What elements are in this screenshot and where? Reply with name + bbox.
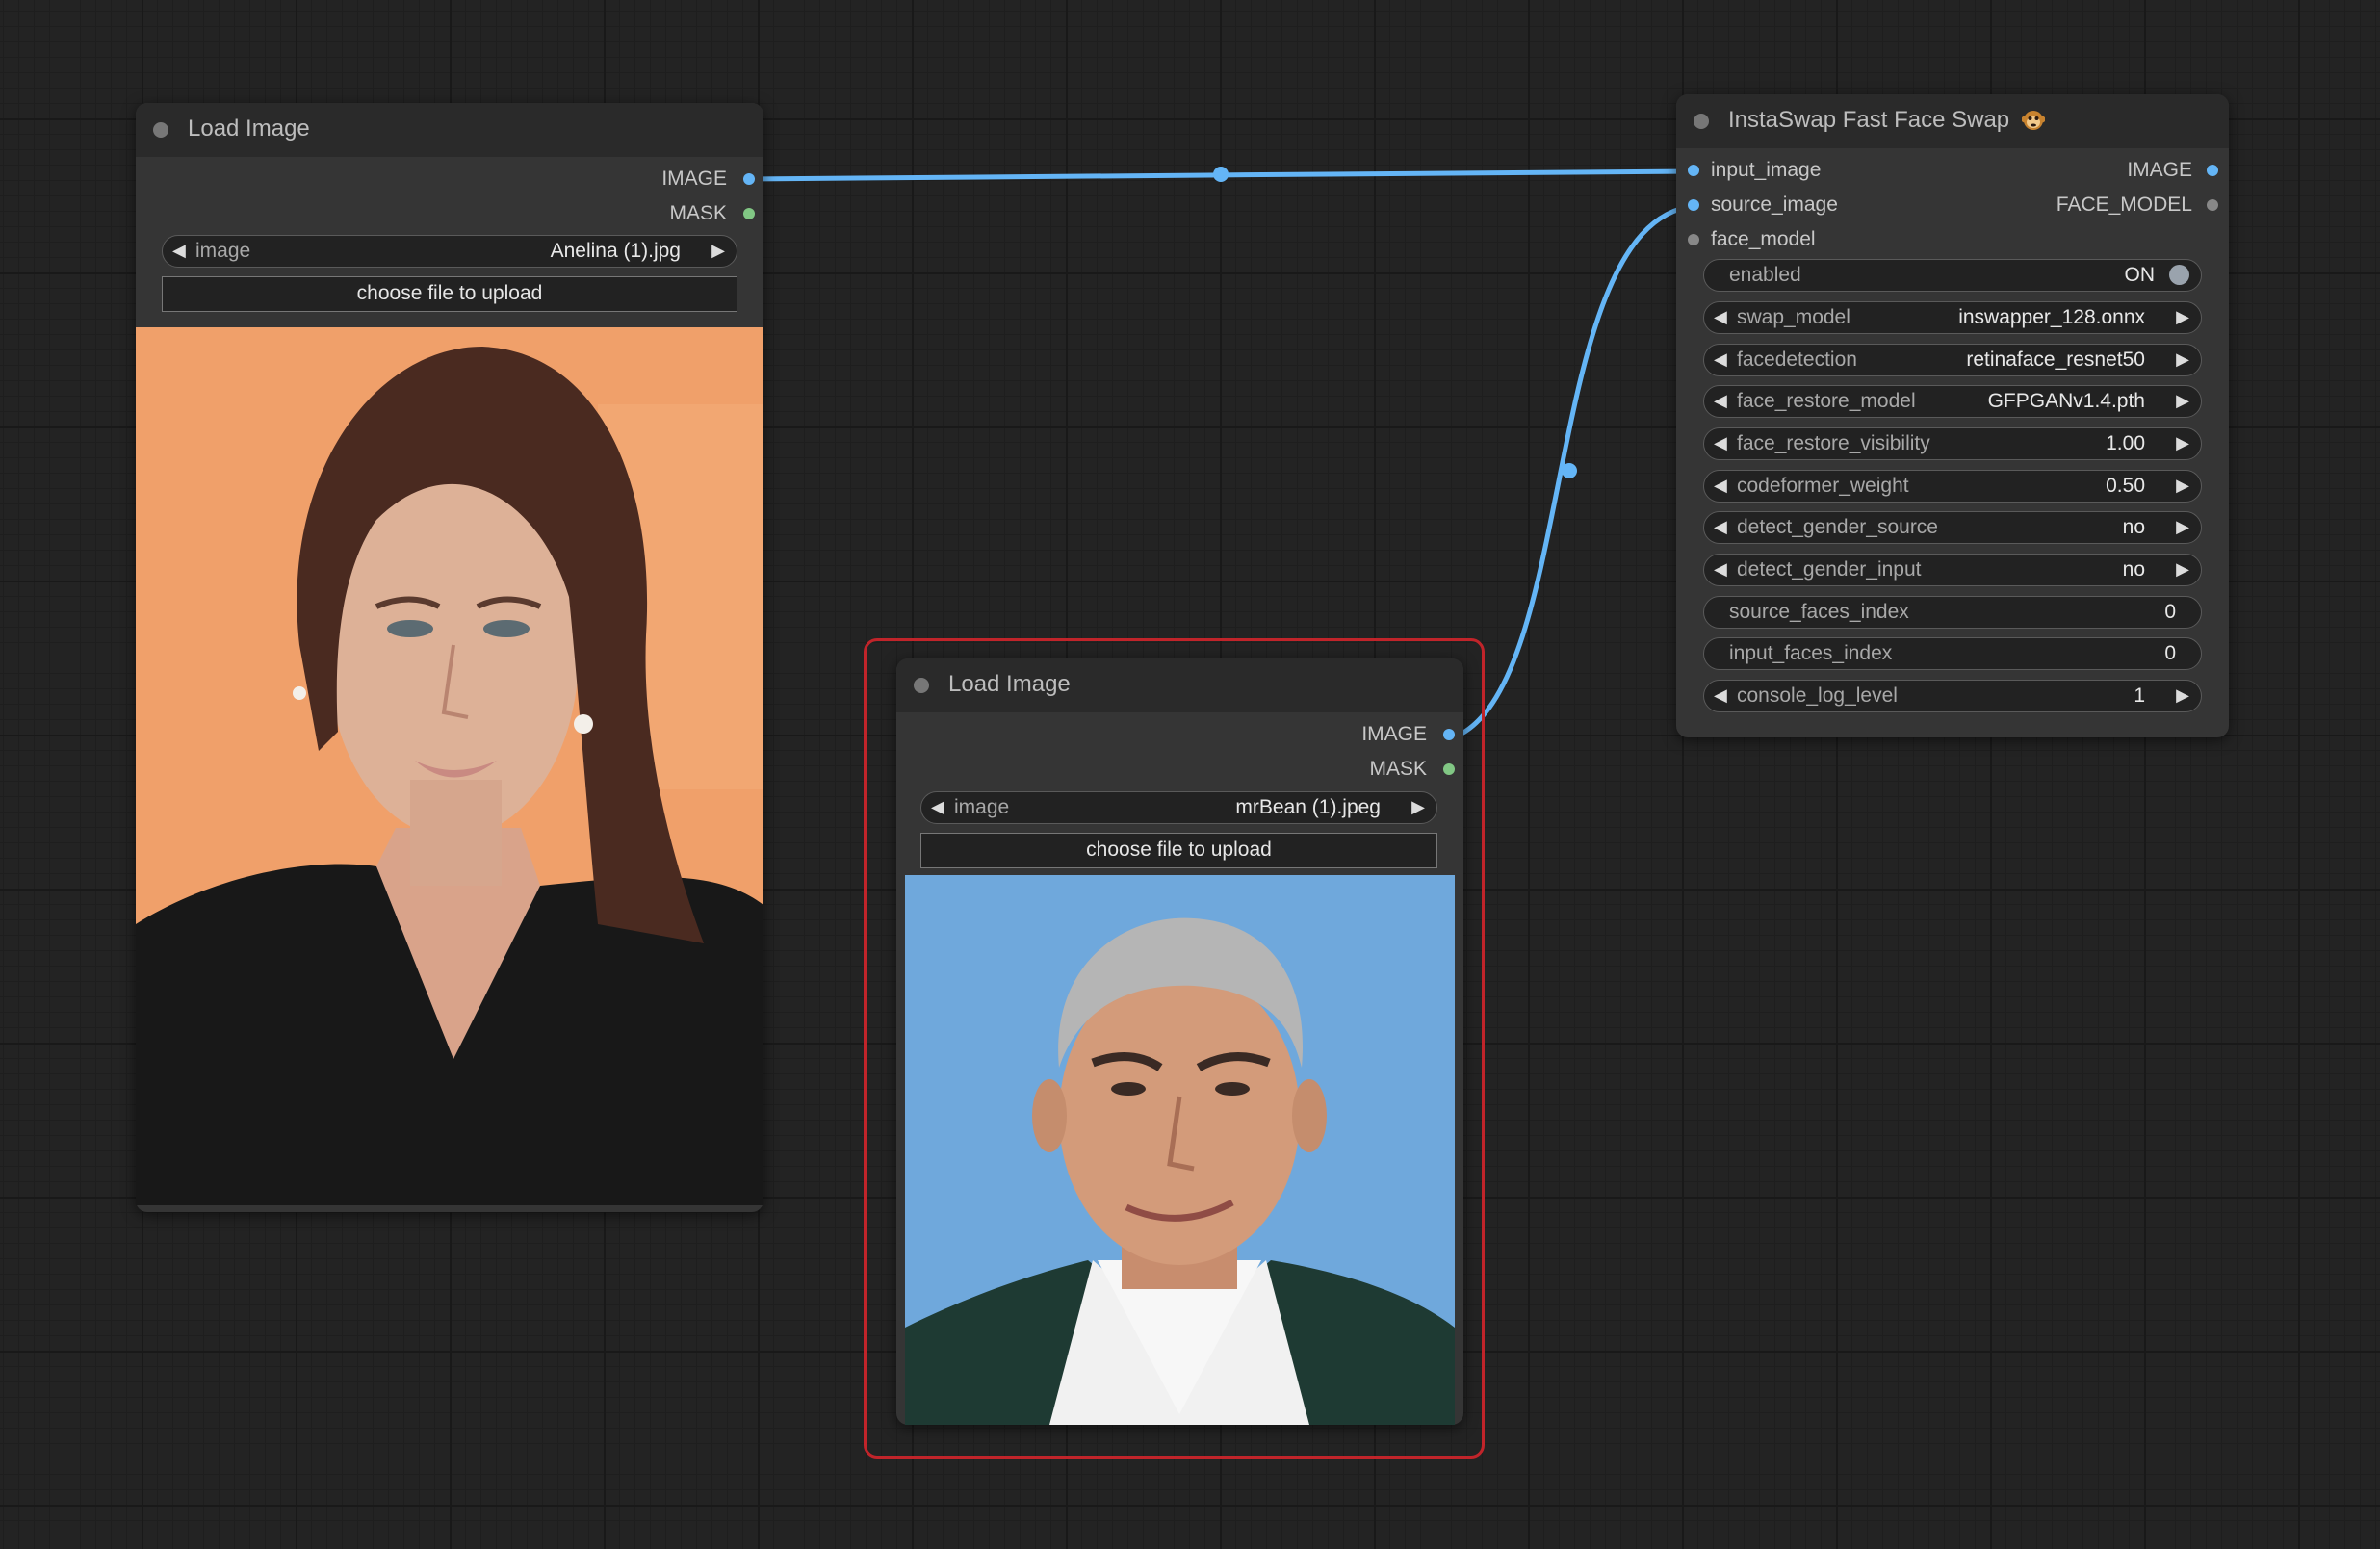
decrement-arrow-icon[interactable]: ◀ — [1714, 681, 1727, 710]
face-model-label: face_model — [1711, 228, 1816, 250]
image-preview-woman — [136, 327, 763, 1205]
output-image-slot[interactable] — [743, 173, 755, 185]
widget-label: enabled — [1729, 264, 1801, 286]
decrement-arrow-icon[interactable]: ◀ — [1714, 428, 1727, 458]
input-image-label: input_image — [1711, 159, 1822, 181]
widget-label: image — [954, 796, 1010, 818]
widget-label: console_log_level — [1737, 684, 1898, 707]
monkey-emoji-icon — [2021, 108, 2046, 131]
widget-value: 0 — [2164, 642, 2176, 664]
node-title-text: InstaSwap Fast Face Swap — [1728, 107, 2010, 133]
widget-value: ON — [2124, 264, 2156, 286]
collapse-dot-icon[interactable] — [914, 678, 929, 693]
output-image-label: IMAGE — [1361, 723, 1427, 745]
console-log-level-number[interactable]: ◀ console_log_level 1 ▶ — [1703, 680, 2202, 712]
input-faces-index-text[interactable]: input_faces_index 0 — [1703, 637, 2202, 670]
widget-label: facedetection — [1737, 349, 1857, 371]
output-image-label: IMAGE — [661, 168, 727, 190]
input-image-slot[interactable] — [1688, 165, 1699, 176]
output-mask-label: MASK — [669, 202, 727, 224]
enabled-toggle[interactable]: enabled ON — [1703, 259, 2202, 292]
widget-label: face_restore_model — [1737, 390, 1916, 412]
widget-value: Anelina (1).jpg — [550, 240, 681, 262]
load-image-node-1[interactable]: Load Image IMAGE MASK ◀ image Anelina (1… — [136, 103, 763, 1212]
decrement-arrow-icon[interactable]: ◀ — [1714, 302, 1727, 332]
output-face-model-label: FACE_MODEL — [2056, 194, 2192, 216]
node-title: Load Image — [188, 116, 310, 142]
widget-label: swap_model — [1737, 306, 1850, 328]
face-restore-visibility-number[interactable]: ◀ face_restore_visibility 1.00 ▶ — [1703, 427, 2202, 460]
collapse-dot-icon[interactable] — [153, 122, 168, 138]
codeformer-weight-number[interactable]: ◀ codeformer_weight 0.50 ▶ — [1703, 470, 2202, 503]
increment-arrow-icon[interactable]: ▶ — [2176, 512, 2189, 542]
source-image-slot[interactable] — [1688, 199, 1699, 211]
node-header[interactable]: Load Image — [896, 658, 1463, 712]
node-header[interactable]: InstaSwap Fast Face Swap — [1676, 94, 2229, 148]
decrement-arrow-icon[interactable]: ◀ — [1714, 345, 1727, 374]
increment-arrow-icon[interactable]: ▶ — [2176, 471, 2189, 501]
increment-arrow-icon[interactable]: ▶ — [711, 236, 725, 266]
decrement-arrow-icon[interactable]: ◀ — [1714, 555, 1727, 584]
widget-label: source_faces_index — [1729, 601, 1909, 623]
widget-value: inswapper_128.onnx — [1958, 306, 2145, 328]
node-title: InstaSwap Fast Face Swap — [1728, 107, 2046, 134]
widget-label: image — [195, 240, 251, 262]
widget-label: detect_gender_source — [1737, 516, 1938, 538]
node-title: Load Image — [948, 671, 1071, 697]
decrement-arrow-icon[interactable]: ◀ — [1714, 471, 1727, 501]
increment-arrow-icon[interactable]: ▶ — [2176, 345, 2189, 374]
widget-value: GFPGANv1.4.pth — [1987, 390, 2145, 412]
image-preview-man — [905, 875, 1455, 1425]
decrement-arrow-icon[interactable]: ◀ — [172, 236, 186, 266]
increment-arrow-icon[interactable]: ▶ — [1411, 792, 1425, 822]
face-model-slot[interactable] — [1688, 234, 1699, 245]
faceswap-node[interactable]: InstaSwap Fast Face Swap input_image sou… — [1676, 94, 2229, 737]
detect-gender-source-combo[interactable]: ◀ detect_gender_source no ▶ — [1703, 511, 2202, 544]
upload-button[interactable]: choose file to upload — [162, 276, 737, 312]
decrement-arrow-icon[interactable]: ◀ — [931, 792, 944, 822]
widget-label: face_restore_visibility — [1737, 432, 1930, 454]
widget-label: input_faces_index — [1729, 642, 1893, 664]
output-mask-slot[interactable] — [1443, 763, 1455, 775]
load-image-node-2[interactable]: Load Image IMAGE MASK ◀ image mrBean (1)… — [896, 658, 1463, 1425]
increment-arrow-icon[interactable]: ▶ — [2176, 302, 2189, 332]
increment-arrow-icon[interactable]: ▶ — [2176, 386, 2189, 416]
link-midpoint-handle — [1213, 167, 1229, 182]
output-face-model-slot[interactable] — [2207, 199, 2218, 211]
increment-arrow-icon[interactable]: ▶ — [2176, 428, 2189, 458]
widget-value: 0 — [2164, 601, 2176, 623]
decrement-arrow-icon[interactable]: ◀ — [1714, 512, 1727, 542]
increment-arrow-icon[interactable]: ▶ — [2176, 555, 2189, 584]
image-select-widget[interactable]: ◀ image mrBean (1).jpeg ▶ — [920, 791, 1437, 824]
widget-label: detect_gender_input — [1737, 558, 1922, 581]
swap-model-combo[interactable]: ◀ swap_model inswapper_128.onnx ▶ — [1703, 301, 2202, 334]
widget-value: mrBean (1).jpeg — [1235, 796, 1381, 818]
detect-gender-input-combo[interactable]: ◀ detect_gender_input no ▶ — [1703, 554, 2202, 586]
widget-value: 1 — [2134, 684, 2145, 707]
decrement-arrow-icon[interactable]: ◀ — [1714, 386, 1727, 416]
widget-value: 0.50 — [2106, 475, 2145, 497]
face-restore-model-combo[interactable]: ◀ face_restore_model GFPGANv1.4.pth ▶ — [1703, 385, 2202, 418]
upload-button[interactable]: choose file to upload — [920, 833, 1437, 868]
widget-label: codeformer_weight — [1737, 475, 1909, 497]
image-select-widget[interactable]: ◀ image Anelina (1).jpg ▶ — [162, 235, 737, 268]
source-faces-index-text[interactable]: source_faces_index 0 — [1703, 596, 2202, 629]
facedetection-combo[interactable]: ◀ facedetection retinaface_resnet50 ▶ — [1703, 344, 2202, 376]
widget-value: no — [2122, 558, 2145, 581]
toggle-knob-icon[interactable] — [2169, 265, 2189, 285]
link-midpoint-handle — [1562, 463, 1577, 478]
node-header[interactable]: Load Image — [136, 103, 763, 157]
output-image-slot[interactable] — [1443, 729, 1455, 740]
output-image-label: IMAGE — [2127, 159, 2192, 181]
source-image-label: source_image — [1711, 194, 1838, 216]
widget-value: retinaface_resnet50 — [1966, 349, 2145, 371]
widget-value: 1.00 — [2106, 432, 2145, 454]
increment-arrow-icon[interactable]: ▶ — [2176, 681, 2189, 710]
collapse-dot-icon[interactable] — [1694, 114, 1709, 129]
output-image-slot[interactable] — [2207, 165, 2218, 176]
output-mask-label: MASK — [1369, 758, 1427, 780]
widget-value: no — [2122, 516, 2145, 538]
output-mask-slot[interactable] — [743, 208, 755, 219]
